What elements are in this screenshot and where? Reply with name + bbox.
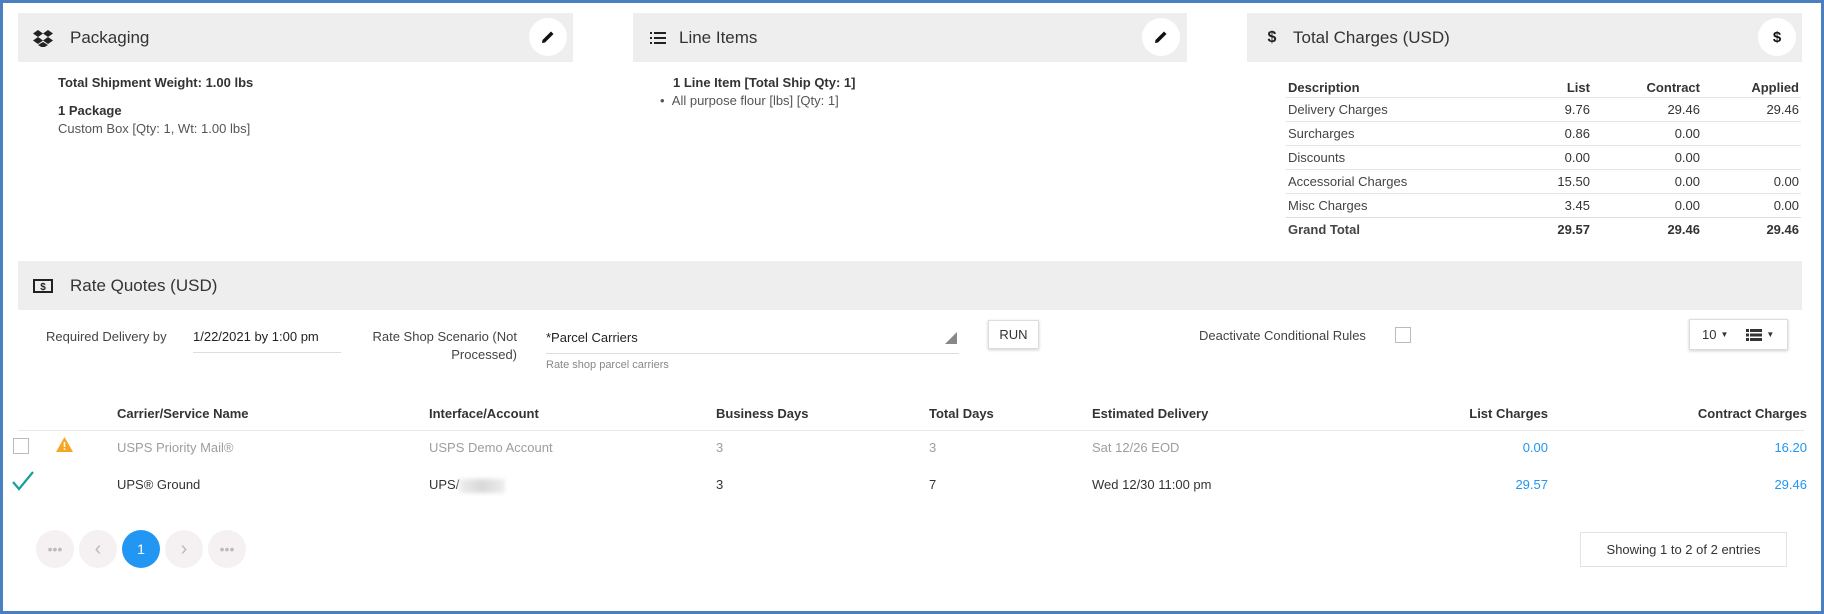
charge-link[interactable]: 29.46	[1702, 96, 1801, 121]
list-icon	[647, 27, 669, 49]
caret-down-icon: ▼	[1720, 330, 1729, 339]
charge-link[interactable]: 29.46	[1591, 96, 1702, 121]
col-account[interactable]: Interface/Account	[429, 406, 539, 421]
pencil-icon	[1155, 31, 1167, 43]
checkmark-icon[interactable]	[11, 470, 35, 492]
contract-charge-link[interactable]: 16.20	[1656, 440, 1807, 455]
charge-link[interactable]: 3.45	[1521, 192, 1592, 217]
packaging-title: Packaging	[70, 27, 150, 47]
deactivate-rules-checkbox[interactable]	[1395, 327, 1411, 343]
table-row: Discounts 0.00 0.00	[1286, 144, 1801, 169]
scenario-select[interactable]: *Parcel Carriers	[546, 330, 959, 354]
charges-dollar-button[interactable]: $	[1758, 18, 1796, 56]
page-size-dropdown[interactable]: 10 ▼	[1702, 327, 1728, 342]
charge-link[interactable]: 29.46	[1702, 216, 1801, 241]
total-charges-title: Total Charges (USD)	[1293, 27, 1450, 47]
pencil-icon	[542, 31, 554, 43]
charge-link[interactable]: 0.00	[1702, 168, 1801, 193]
col-estimated-delivery[interactable]: Estimated Delivery	[1092, 406, 1208, 421]
total-days: 3	[929, 440, 937, 455]
col-list-charges[interactable]: List Charges	[1400, 406, 1548, 421]
required-delivery-label: Required Delivery by	[46, 329, 167, 344]
rate-quotes-title: Rate Quotes (USD)	[70, 275, 218, 295]
col-description: Description	[1288, 80, 1360, 96]
estimated-delivery: Sat 12/26 EOD	[1092, 440, 1180, 455]
divider	[18, 430, 1804, 431]
line-item: • All purpose flour [lbs] [Qty: 1]	[660, 93, 839, 108]
account-name: USPS Demo Account	[429, 440, 553, 455]
col-contract-charges[interactable]: Contract Charges	[1656, 406, 1807, 421]
dropbox-icon	[32, 27, 54, 49]
col-list: List	[1566, 80, 1590, 96]
line-items-header: Line Items	[633, 13, 1187, 62]
redacted-account	[459, 478, 506, 493]
col-carrier[interactable]: Carrier/Service Name	[117, 406, 249, 421]
scenario-hint: Rate shop parcel carriers	[546, 359, 669, 371]
packaging-header: Packaging	[18, 13, 573, 62]
dropdown-corner-icon	[945, 332, 957, 344]
svg-text:$: $	[40, 282, 46, 293]
col-total-days[interactable]: Total Days	[929, 406, 994, 421]
pagination-last[interactable]: •••	[208, 530, 246, 568]
pagination-prev[interactable]: ‹	[79, 530, 117, 568]
deactivate-rules-label: Deactivate Conditional Rules	[1199, 328, 1366, 343]
warning-icon	[56, 437, 73, 452]
total-shipment-weight: Total Shipment Weight: 1.00 lbs	[58, 75, 254, 90]
line-items-title: Line Items	[679, 27, 758, 47]
charge-link[interactable]: 0.00	[1702, 192, 1801, 217]
pagination-next[interactable]: ›	[165, 530, 203, 568]
run-button[interactable]: RUN	[988, 320, 1039, 349]
required-delivery-input[interactable]: 1/22/2021 by 1:00 pm	[193, 327, 341, 353]
charge-link[interactable]: 29.57	[1521, 216, 1592, 241]
package-count: 1 Package	[58, 103, 122, 118]
table-row: Surcharges 0.86 0.00	[1286, 120, 1801, 145]
charge-link[interactable]: 9.76	[1521, 96, 1592, 121]
col-business-days[interactable]: Business Days	[716, 406, 809, 421]
row-select-checkbox[interactable]	[13, 438, 29, 454]
money-bill-icon: $	[32, 275, 54, 297]
grand-total-row: Grand Total 29.57 29.46 29.46	[1286, 216, 1801, 241]
package-detail: Custom Box [Qty: 1, Wt: 1.00 lbs]	[58, 121, 251, 136]
carrier-name: USPS Priority Mail®	[117, 440, 234, 455]
charge-link[interactable]: 29.46	[1591, 216, 1702, 241]
charge-link[interactable]: 15.50	[1521, 168, 1592, 193]
table-toolbar: 10 ▼ ▼	[1689, 319, 1788, 350]
edit-line-items-button[interactable]	[1142, 18, 1180, 56]
edit-packaging-button[interactable]	[529, 18, 567, 56]
total-charges-header: $ Total Charges (USD) $	[1247, 13, 1802, 62]
caret-down-icon: ▼	[1766, 330, 1775, 339]
charges-table: Description List Contract Applied Delive…	[1286, 79, 1801, 241]
scenario-label: Rate Shop Scenario (Not Processed)	[372, 329, 517, 362]
contract-charge-link[interactable]: 29.46	[1656, 477, 1807, 492]
list-charge-link[interactable]: 29.57	[1400, 477, 1548, 492]
business-days: 3	[716, 440, 724, 455]
list-view-icon	[1746, 328, 1763, 341]
estimated-delivery: Wed 12/30 11:00 pm	[1092, 477, 1212, 492]
dollar-icon: $	[1267, 28, 1277, 46]
line-items-summary: 1 Line Item [Total Ship Qty: 1]	[673, 75, 856, 90]
pagination-first[interactable]: •••	[36, 530, 74, 568]
entries-info: Showing 1 to 2 of 2 entries	[1580, 532, 1787, 567]
columns-dropdown[interactable]: ▼	[1746, 328, 1775, 341]
col-applied: Applied	[1751, 80, 1799, 96]
total-days: 7	[929, 477, 937, 492]
charge-link[interactable]: 0.86	[1521, 120, 1592, 145]
carrier-name: UPS® Ground	[117, 477, 201, 492]
account-name: UPS/	[429, 477, 506, 493]
list-charge-link[interactable]: 0.00	[1400, 440, 1548, 455]
table-row: Accessorial Charges 15.50 0.00 0.00	[1286, 168, 1801, 193]
table-row: Delivery Charges 9.76 29.46 29.46	[1286, 96, 1801, 121]
col-contract: Contract	[1646, 80, 1700, 96]
table-row: Misc Charges 3.45 0.00 0.00	[1286, 192, 1801, 217]
business-days: 3	[716, 477, 724, 492]
pagination-page-1[interactable]: 1	[122, 530, 160, 568]
rate-quotes-header: $ Rate Quotes (USD)	[18, 261, 1802, 310]
